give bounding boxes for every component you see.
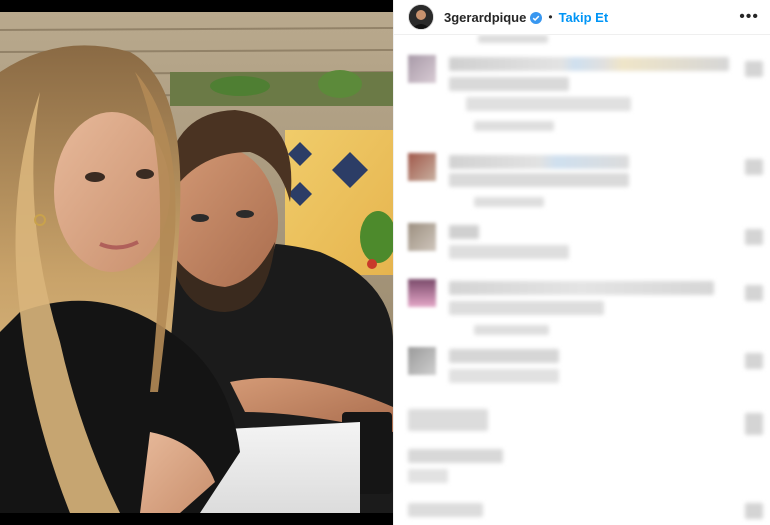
comment-text-blurred	[449, 301, 604, 315]
comment-avatar[interactable]	[408, 279, 436, 307]
comment-avatar[interactable]	[408, 153, 436, 181]
more-horizontal-icon[interactable]: •••	[739, 9, 759, 25]
comment-text-blurred	[449, 155, 629, 169]
heart-icon[interactable]	[745, 285, 763, 301]
comment-meta-blurred	[474, 121, 554, 131]
comment-text-blurred	[408, 503, 483, 517]
post-photo-pane	[0, 0, 393, 525]
heart-icon[interactable]	[745, 413, 763, 435]
comment-avatar[interactable]	[408, 55, 436, 83]
comment-text-blurred	[408, 469, 448, 483]
verified-badge-icon	[530, 11, 543, 24]
heart-icon[interactable]	[745, 159, 763, 175]
comment-text-blurred	[449, 57, 729, 71]
comments-list	[394, 35, 770, 525]
heart-icon[interactable]	[745, 353, 763, 369]
instagram-post-view: 3gerardpique • Takip Et •••	[0, 0, 770, 525]
comment-text-blurred	[408, 449, 503, 463]
heart-icon[interactable]	[745, 61, 763, 77]
author-username[interactable]: 3gerardpique	[444, 10, 526, 25]
comment-text-blurred	[449, 349, 559, 363]
comment-text-blurred	[449, 173, 629, 187]
comment-text-blurred	[449, 77, 569, 91]
header-separator: •	[548, 10, 553, 24]
comment-meta-blurred	[474, 325, 549, 335]
comment-text-blurred	[466, 97, 631, 111]
comment-text-blurred	[449, 245, 569, 259]
heart-icon[interactable]	[745, 229, 763, 245]
comment-text-blurred	[449, 225, 479, 239]
post-side-pane: 3gerardpique • Takip Et •••	[393, 0, 770, 525]
author-avatar[interactable]	[408, 4, 434, 30]
comment-avatar[interactable]	[408, 223, 436, 251]
post-photo[interactable]	[0, 12, 393, 513]
comment-text-blurred	[449, 281, 714, 295]
comment-text-blurred	[408, 409, 488, 431]
follow-button[interactable]: Takip Et	[559, 10, 609, 25]
comment-text-blurred	[449, 369, 559, 383]
heart-icon[interactable]	[745, 503, 763, 519]
comment-meta-blurred	[474, 197, 544, 207]
caption-meta-blurred	[478, 35, 548, 43]
comment-avatar[interactable]	[408, 347, 436, 375]
post-header: 3gerardpique • Takip Et •••	[394, 0, 770, 34]
